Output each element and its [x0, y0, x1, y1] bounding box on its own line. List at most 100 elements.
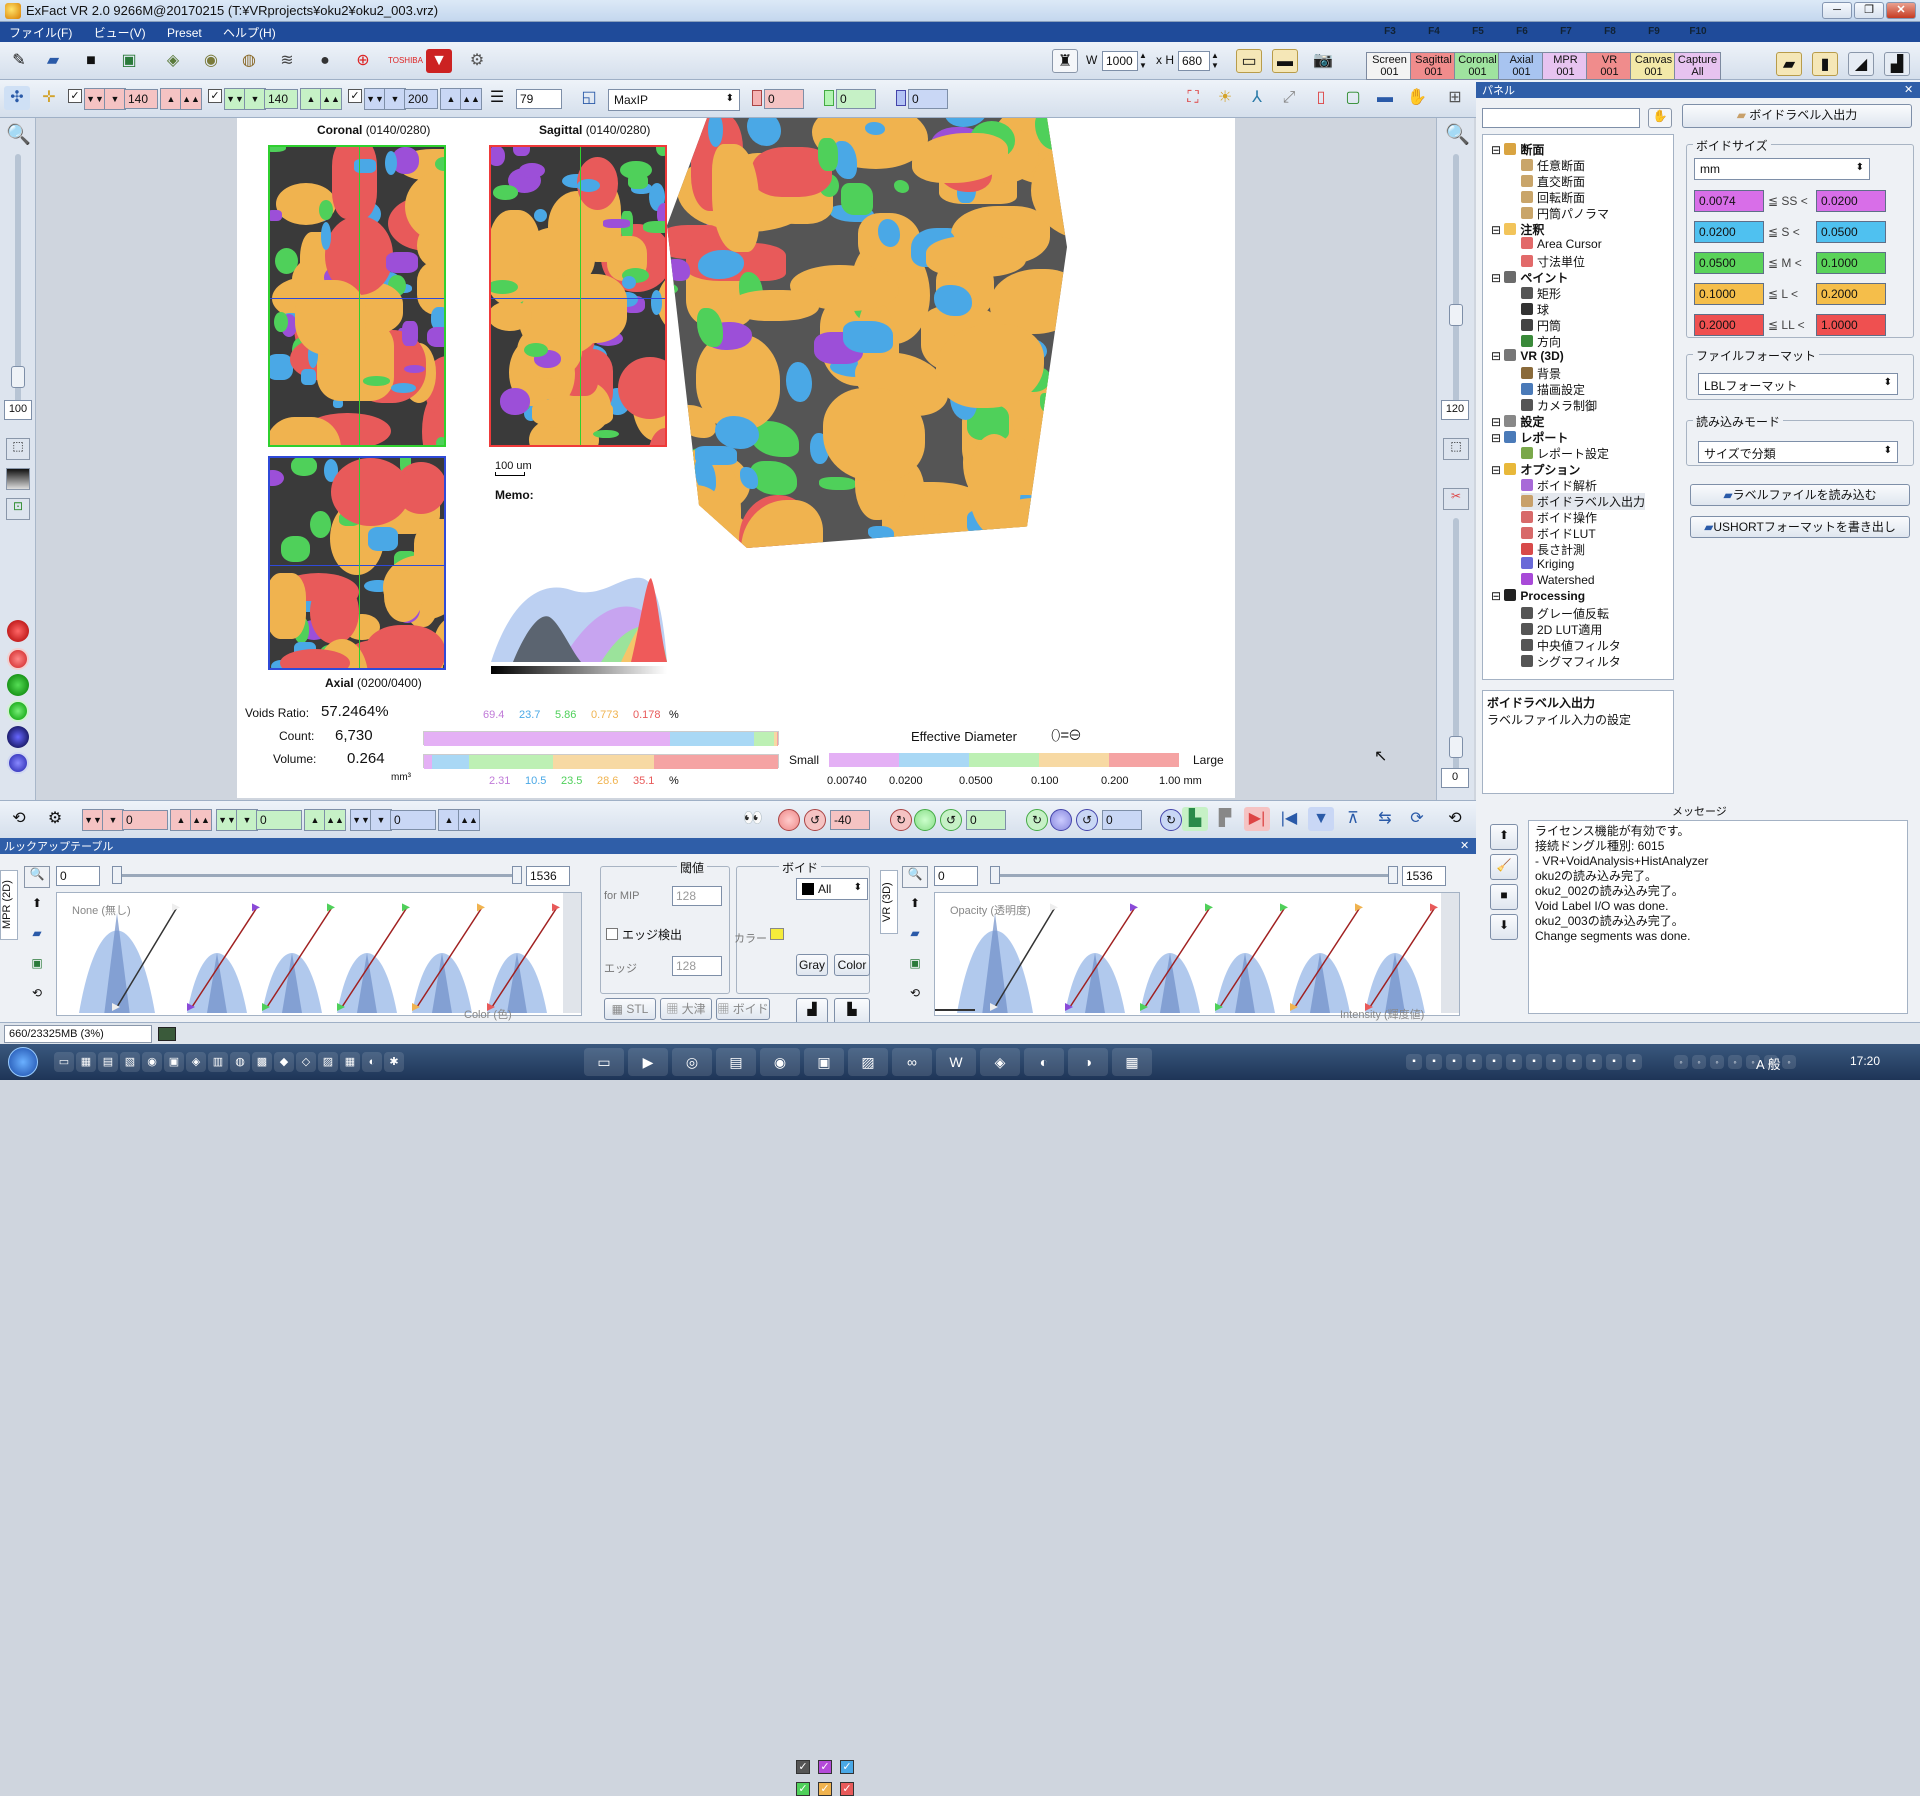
panel-pin-icon[interactable]: ✋ — [1648, 108, 1672, 128]
otsu-button[interactable]: ▦ 大津 — [660, 998, 712, 1020]
tree-item[interactable]: レポート設定 — [1521, 445, 1609, 462]
tray-icon[interactable]: ▪ — [1606, 1054, 1622, 1070]
axial-slice-input[interactable]: 200 — [404, 89, 438, 109]
tree-item[interactable]: 円筒パノラマ — [1521, 205, 1609, 222]
void-size-max[interactable]: 0.2000 — [1816, 283, 1886, 305]
view-button-capture[interactable]: Capture All — [1674, 52, 1721, 80]
rot-z-sphere-icon[interactable] — [1050, 809, 1072, 831]
red-void2-icon[interactable] — [7, 648, 29, 670]
tray-icon[interactable]: ▪ — [1626, 1054, 1642, 1070]
tree-item[interactable]: ボイド解析 — [1521, 477, 1597, 494]
void-size-min[interactable]: 0.0500 — [1694, 252, 1764, 274]
lut-right-max[interactable]: 1536 — [1402, 866, 1446, 886]
coronal-slice-input[interactable]: 140 — [124, 89, 158, 109]
tree-group[interactable]: ⊟ VR (3D) — [1491, 349, 1564, 363]
tray-icon[interactable]: ▪ — [1466, 1054, 1482, 1070]
void-size-min[interactable]: 0.1000 — [1694, 283, 1764, 305]
void-size-max[interactable]: 0.0500 — [1816, 221, 1886, 243]
window2-icon[interactable]: ▬ — [1272, 49, 1298, 73]
red-range-input[interactable]: 0 — [764, 89, 804, 109]
scissors-icon[interactable]: ✂ — [1443, 488, 1469, 510]
tray-icon[interactable]: ▪ — [1526, 1054, 1542, 1070]
gray-button[interactable]: Gray — [796, 954, 828, 976]
view-button-canvas[interactable]: Canvas 001 — [1630, 52, 1677, 80]
b-green-prev[interactable]: ▼ — [236, 809, 258, 831]
b-blue-input[interactable]: 0 — [390, 810, 436, 830]
close-button[interactable]: ✕ — [1886, 2, 1916, 19]
lock-ratio-icon[interactable]: ♜ — [1052, 49, 1078, 73]
edge-detect-checkbox[interactable] — [606, 928, 618, 940]
tree-item[interactable]: シグマフィルタ — [1521, 653, 1621, 670]
tray-icon[interactable]: ▪ — [1426, 1054, 1442, 1070]
save-icon[interactable]: ■ — [78, 49, 104, 73]
view-button-vr[interactable]: VR 001 — [1586, 52, 1633, 80]
expand-icon[interactable]: ⊟ — [1491, 349, 1504, 363]
height-stepper[interactable]: ▲ ▼ — [1210, 51, 1220, 71]
b-blue-next[interactable]: ▲ — [438, 809, 460, 831]
taskbar-pinned-icon[interactable]: ▤ — [98, 1052, 118, 1072]
fit-view-icon[interactable]: ⬚ — [6, 438, 30, 460]
tray-icon[interactable]: ▪ — [1566, 1054, 1582, 1070]
crop-icon[interactable]: ⊡ — [6, 498, 30, 520]
tray-icon[interactable]: ◦ — [1692, 1055, 1706, 1069]
taskbar-app-icon[interactable]: W — [936, 1048, 976, 1076]
taskbar-pinned-icon[interactable]: ✱ — [384, 1052, 404, 1072]
edge-input[interactable]: 128 — [672, 956, 722, 976]
gear-icon[interactable]: ⚙ — [464, 49, 490, 73]
sagittal-slice-input[interactable]: 140 — [264, 89, 298, 109]
fullscreen-icon[interactable]: ⛶ — [1180, 86, 1206, 110]
b-green-up[interactable]: ▲▲ — [324, 809, 346, 831]
taskbar-pinned-icon[interactable]: ▥ — [208, 1052, 228, 1072]
vr-lut-folder-icon[interactable]: ▰ — [902, 926, 928, 948]
lut-folder-icon[interactable]: ▰ — [24, 926, 50, 948]
tree-item[interactable]: ボイドLUT — [1521, 525, 1596, 542]
view-next-icon[interactable]: ▶| — [1244, 807, 1270, 831]
window-icon[interactable]: ▭ — [1236, 49, 1262, 73]
tray-icon[interactable]: ◦ — [1782, 1055, 1796, 1069]
tree-item[interactable]: 寸法単位 — [1521, 253, 1585, 270]
lut-up-icon[interactable]: ⬆ — [24, 896, 50, 918]
width-stepper[interactable]: ▲ ▼ — [1138, 51, 1148, 71]
vr-fit-icon[interactable]: ⬚ — [1443, 438, 1469, 460]
zoom-slider-handle[interactable] — [11, 366, 25, 388]
lut-left-max[interactable]: 1536 — [526, 866, 570, 886]
taskbar-app-icon[interactable]: ▤ — [716, 1048, 756, 1076]
axial-view[interactable] — [268, 456, 446, 670]
b-blue-up[interactable]: ▲▲ — [458, 809, 480, 831]
sagittal-prev[interactable]: ▼ — [244, 88, 266, 110]
axis-icon[interactable]: ⅄ — [1244, 86, 1270, 110]
tree-group[interactable]: ⊟ Processing — [1491, 589, 1585, 603]
b-green-next[interactable]: ▲ — [304, 809, 326, 831]
void-size-min[interactable]: 0.0200 — [1694, 221, 1764, 243]
msg-down-icon[interactable]: ⬇ — [1490, 914, 1518, 940]
vr-lut-reset-icon[interactable]: ⟲ — [902, 986, 928, 1008]
rot-x-right-icon[interactable]: ↻ — [890, 809, 912, 831]
expand-icon[interactable]: ⊟ — [1491, 431, 1504, 445]
view-prev-icon[interactable]: |◀ — [1276, 807, 1302, 831]
msg-clear-icon[interactable]: 🧹 — [1490, 854, 1518, 880]
lut-right-max-handle[interactable] — [1388, 866, 1398, 884]
expand-icon[interactable]: ⊟ — [1491, 589, 1504, 603]
tree-group[interactable]: ⊟ 設定 — [1491, 413, 1544, 430]
view-button-screen[interactable]: Screen 001 — [1366, 52, 1413, 80]
b-green-input[interactable]: 0 — [256, 810, 302, 830]
red-void-icon[interactable] — [7, 620, 29, 642]
axial-prev[interactable]: ▼ — [384, 88, 406, 110]
taskbar-app-icon[interactable]: ▦ — [1112, 1048, 1152, 1076]
menu-preset[interactable]: Preset — [158, 24, 211, 42]
tray-icon[interactable]: ◦ — [1728, 1055, 1742, 1069]
void-size-max[interactable]: 0.0200 — [1816, 190, 1886, 212]
vr-slider-track[interactable] — [1453, 154, 1459, 410]
taskbar-app-icon[interactable]: ▶ — [628, 1048, 668, 1076]
taskbar-app-icon[interactable]: ▣ — [804, 1048, 844, 1076]
lut-left-max-handle[interactable] — [512, 866, 522, 884]
axial-down[interactable]: ▼▼ — [364, 88, 386, 110]
taskbar-pinned-icon[interactable]: ▨ — [318, 1052, 338, 1072]
sun-icon[interactable]: ☀ — [1212, 86, 1238, 110]
expand-icon[interactable]: ⊟ — [1491, 143, 1504, 157]
write-ushort-button[interactable]: ▰USHORTフォーマットを書き出し — [1690, 516, 1910, 538]
sagittal-view[interactable] — [489, 145, 667, 447]
tree-group[interactable]: ⊟ レポート — [1491, 429, 1568, 446]
vr-lut-up-icon[interactable]: ⬆ — [902, 896, 928, 918]
lut-left-min[interactable]: 0 — [56, 866, 100, 886]
